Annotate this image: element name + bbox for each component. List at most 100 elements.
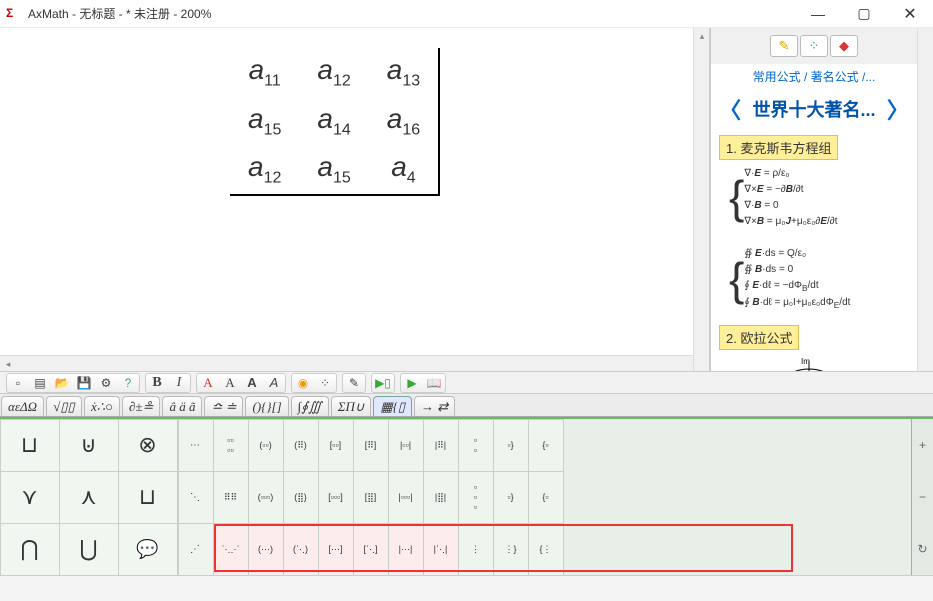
new-button[interactable]: ▫ bbox=[7, 374, 29, 392]
nav-next-icon[interactable]: 〉 bbox=[887, 93, 909, 125]
play-button[interactable]: ▶ bbox=[401, 374, 423, 392]
mat-bar3[interactable]: |⠿| bbox=[423, 419, 459, 472]
maxwell-equations[interactable]: {∇·E = ρ/ε₀∇×E = −∂B/∂t∇·B = 0∇×B = μ₀J+… bbox=[729, 166, 899, 313]
tab-relations[interactable]: ≏ ≐ bbox=[204, 396, 243, 416]
tab-dots[interactable]: ẋ∴○ bbox=[84, 396, 120, 416]
main-toolbar: ▫ ▤ 📂 💾 ⚙ ? B I A A A A ◉ ⁘ ✎ ▶▯ ▶ 📖 bbox=[0, 371, 933, 393]
maximize-button[interactable]: ▢ bbox=[841, 0, 887, 28]
font-a3-button[interactable]: A bbox=[241, 374, 263, 392]
dots-h[interactable]: ⋯ bbox=[178, 419, 214, 472]
tab-integrals[interactable]: ∫∮∭ bbox=[291, 396, 329, 416]
close-button[interactable]: ✕ bbox=[887, 0, 933, 28]
sym-comment[interactable]: 💬 bbox=[118, 523, 178, 576]
minimize-button[interactable]: — bbox=[795, 0, 841, 28]
palette-side-controls: + − ↻ bbox=[911, 419, 933, 575]
mat-col3[interactable]: ▫▫▫ bbox=[458, 471, 494, 524]
mat-brace-rdots[interactable]: ⋮} bbox=[493, 523, 529, 576]
mat-brace-l[interactable]: {▫ bbox=[528, 419, 564, 472]
run-button[interactable]: ▶▯ bbox=[372, 374, 394, 392]
mat-brace-l3[interactable]: {▫ bbox=[528, 471, 564, 524]
mat-bracket[interactable]: [▫▫] bbox=[318, 419, 354, 472]
mat-col[interactable]: ▫▫ bbox=[458, 419, 494, 472]
brush-button[interactable]: ✎ bbox=[343, 374, 365, 392]
mat-bdots[interactable]: [⋯] bbox=[318, 523, 354, 576]
sym-otimes[interactable]: ⊗ bbox=[118, 419, 178, 472]
sym-uplus[interactable]: ⊍ bbox=[59, 419, 119, 472]
mat-bar[interactable]: |▫▫| bbox=[388, 419, 424, 472]
symbol-tabs: αεΔΩ √▯▯ ẋ∴○ ∂±≗ â ä ã ≏ ≐ (){}[] ∫∮∭ ΣΠ… bbox=[0, 393, 933, 417]
mat-pdots3[interactable]: (⋱) bbox=[283, 523, 319, 576]
mat-3x3[interactable]: ⠿⠿ bbox=[213, 471, 249, 524]
mat-paren[interactable]: (▫▫) bbox=[248, 419, 284, 472]
mat-paren3[interactable]: (⠿) bbox=[283, 419, 319, 472]
mat-brace-ldots[interactable]: {⋮ bbox=[528, 523, 564, 576]
nav-prev-icon[interactable]: 〈 bbox=[719, 93, 741, 125]
breadcrumb[interactable]: 常用公式 / 著名公式 /... bbox=[711, 64, 917, 89]
tab-sums[interactable]: ΣΠ∪ bbox=[331, 396, 372, 416]
sym-cup[interactable]: ⋃ bbox=[59, 523, 119, 576]
font-a-button[interactable]: A bbox=[197, 374, 219, 392]
tab-arrows[interactable]: → ⇄ bbox=[414, 396, 455, 416]
eraser-icon[interactable]: ✎ bbox=[770, 35, 798, 57]
dots-d[interactable]: ⋱ bbox=[178, 471, 214, 524]
tab-greek[interactable]: αεΔΩ bbox=[1, 396, 44, 416]
tab-operators[interactable]: ∂±≗ bbox=[122, 396, 160, 416]
grid-icon[interactable]: ⁘ bbox=[800, 35, 828, 57]
dots-u[interactable]: ⋰ bbox=[178, 523, 214, 576]
copy-button[interactable]: ▤ bbox=[29, 374, 51, 392]
mat-bdots3[interactable]: [⋱] bbox=[353, 523, 389, 576]
color-picker-button[interactable]: ◉ bbox=[292, 374, 314, 392]
matrix-display: a11 a12 a13 a15 a14 a16 a12 a15 a4 bbox=[230, 48, 440, 196]
editor-scrollbar-vertical[interactable]: ▴ bbox=[693, 28, 709, 371]
settings-button[interactable]: ⚙ bbox=[95, 374, 117, 392]
mat-vdots3[interactable]: |⋱| bbox=[423, 523, 459, 576]
sym-vee[interactable]: ⋎ bbox=[0, 471, 60, 524]
open-button[interactable]: 📂 bbox=[51, 374, 73, 392]
mat-brace-r3[interactable]: ▫} bbox=[493, 471, 529, 524]
formula-library-panel: ✎ ⁘ ◆ 常用公式 / 著名公式 /... 〈 世界十大著名... 〉 1. … bbox=[710, 28, 933, 371]
sidebar-scrollbar[interactable] bbox=[917, 28, 933, 371]
sym-sqcup2[interactable]: ⊔ bbox=[118, 471, 178, 524]
mat-vdots[interactable]: |⋯| bbox=[388, 523, 424, 576]
palette-button[interactable]: ⁘ bbox=[314, 374, 336, 392]
palette-scroll-icon[interactable]: ↻ bbox=[912, 523, 933, 575]
font-a4-button[interactable]: A bbox=[263, 374, 285, 392]
app-icon: Σ bbox=[6, 6, 22, 22]
editor-scrollbar-horizontal[interactable]: ◂ bbox=[0, 355, 693, 371]
tag-icon[interactable]: ◆ bbox=[830, 35, 858, 57]
bold-button[interactable]: B bbox=[146, 374, 168, 392]
tab-accents[interactable]: â ä ã bbox=[162, 396, 202, 416]
mat-2x2[interactable]: ▫▫▫▫ bbox=[213, 419, 249, 472]
svg-text:Im: Im bbox=[801, 357, 810, 366]
mat-brace-r[interactable]: ▫} bbox=[493, 419, 529, 472]
mat-coldots[interactable]: ⋮ bbox=[458, 523, 494, 576]
sym-cap[interactable]: ⋂ bbox=[0, 523, 60, 576]
sym-sqcup[interactable]: ⊔ bbox=[0, 419, 60, 472]
tab-matrices[interactable]: ▦{▯ bbox=[373, 396, 412, 416]
mat-bracket3[interactable]: [⠿] bbox=[353, 419, 389, 472]
mat-paren-big[interactable]: (⣿) bbox=[283, 471, 319, 524]
italic-button[interactable]: I bbox=[168, 374, 190, 392]
mat-pdots[interactable]: (⋯) bbox=[248, 523, 284, 576]
mat-dots-2x2[interactable]: ⋱⋰ bbox=[213, 523, 249, 576]
tab-radical[interactable]: √▯▯ bbox=[46, 396, 82, 416]
maxwell-label[interactable]: 1. 麦克斯韦方程组 bbox=[719, 135, 838, 160]
mat-bar-big[interactable]: |⣿| bbox=[423, 471, 459, 524]
library-heading: 〈 世界十大著名... 〉 bbox=[711, 89, 917, 129]
euler-circle-diagram[interactable]: Re Im φ = cosφ + isinφ 0 1 cosφ sinφ bbox=[739, 356, 899, 371]
euler-label[interactable]: 2. 欧拉公式 bbox=[719, 325, 799, 350]
symbol-palette: ⊔ ⊍ ⊗ ⋎ ⋏ ⊔ ⋂ ⋃ 💬 ⋯ ▫▫▫▫ (▫▫) (⠿) [▫▫] [… bbox=[0, 417, 933, 575]
mat-bar-row[interactable]: |▫▫▫| bbox=[388, 471, 424, 524]
sym-wedge[interactable]: ⋏ bbox=[59, 471, 119, 524]
book-button[interactable]: 📖 bbox=[423, 374, 445, 392]
mat-br-row[interactable]: [▫▫▫] bbox=[318, 471, 354, 524]
equation-editor[interactable]: a11 a12 a13 a15 a14 a16 a12 a15 a4 ▴ bbox=[0, 28, 710, 371]
tab-brackets[interactable]: (){}[] bbox=[245, 396, 288, 416]
mat-br-big[interactable]: [⣿] bbox=[353, 471, 389, 524]
palette-up-icon[interactable]: + bbox=[912, 419, 933, 471]
palette-down-icon[interactable]: − bbox=[912, 471, 933, 523]
save-button[interactable]: 💾 bbox=[73, 374, 95, 392]
mat-paren-row[interactable]: (▫▫▫) bbox=[248, 471, 284, 524]
help-button[interactable]: ? bbox=[117, 374, 139, 392]
font-a2-button[interactable]: A bbox=[219, 374, 241, 392]
